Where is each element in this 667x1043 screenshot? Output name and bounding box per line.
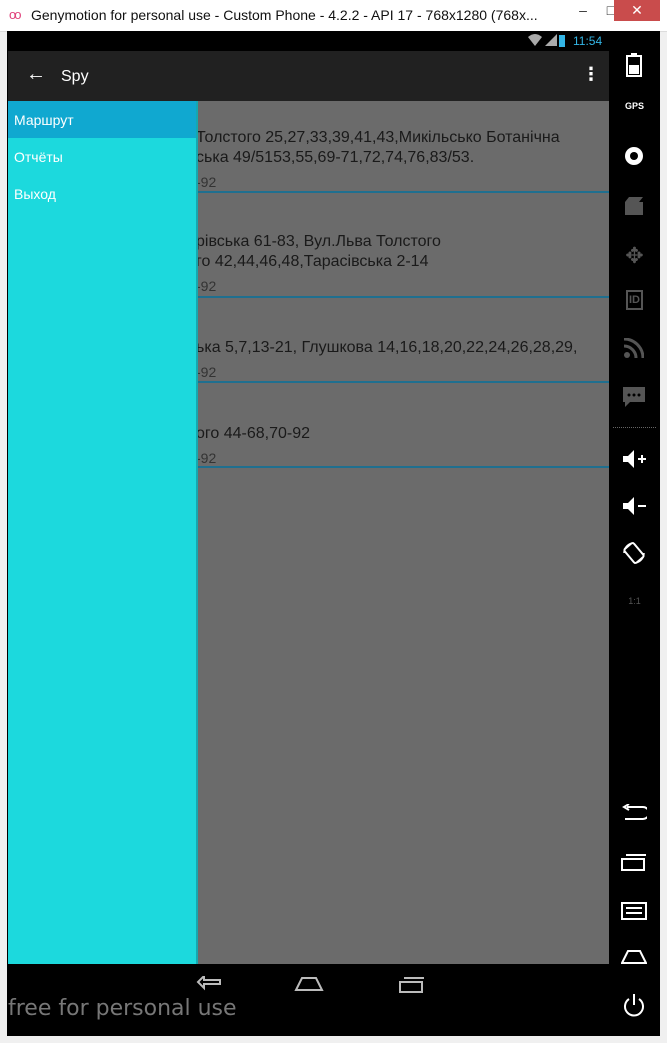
- watermark-text: free for personal use: [8, 996, 237, 1021]
- home-icon[interactable]: [621, 949, 647, 965]
- nav-home-icon[interactable]: [294, 976, 324, 992]
- drawer-item-exit[interactable]: Выход: [8, 175, 196, 212]
- signal-icon: [545, 34, 557, 46]
- drawer-item-label: Маршрут: [14, 112, 74, 128]
- webcam-icon[interactable]: [623, 146, 645, 168]
- toolbar-divider: [613, 427, 656, 428]
- list-item-sub: -92: [196, 364, 217, 380]
- gps-icon[interactable]: GPS: [609, 101, 660, 111]
- list-item-line1: Толстого 25,27,33,39,41,43,Микільсько Бо…: [196, 129, 560, 146]
- device-id-icon[interactable]: ID: [609, 290, 660, 310]
- minimize-button[interactable]: –: [570, 0, 596, 21]
- list-item-line1: ька 5,7,13-21, Глушкова 14,16,18,20,22,2…: [196, 339, 578, 356]
- pixel-perfect-icon[interactable]: 1:1: [609, 596, 660, 606]
- power-icon[interactable]: [622, 993, 646, 1019]
- screencast-icon[interactable]: [624, 196, 644, 216]
- overflow-menu-icon[interactable]: ⋮: [582, 64, 600, 85]
- back-arrow-icon[interactable]: ←: [26, 63, 46, 86]
- device-id-label: ID: [626, 290, 643, 310]
- close-button[interactable]: ✕: [614, 0, 660, 21]
- volume-up-icon[interactable]: [622, 449, 648, 469]
- back-icon[interactable]: [621, 804, 647, 822]
- menu-icon[interactable]: [621, 902, 647, 920]
- nav-recents-icon[interactable]: [396, 976, 426, 994]
- genymotion-logo-icon: oo: [9, 7, 22, 22]
- app-title: Spy: [61, 68, 89, 85]
- volume-down-icon[interactable]: [622, 496, 648, 516]
- phone-screen: 11:54 ← Spy ⋮ Толстого 25,27,33,39,41,43…: [8, 31, 609, 995]
- window-title: Genymotion for personal use - Custom Pho…: [31, 7, 538, 23]
- navigation-drawer: Маршрут Отчёты Выход: [8, 101, 198, 995]
- android-status-bar: 11:54: [8, 31, 609, 51]
- sms-icon[interactable]: [622, 386, 646, 408]
- status-time: 11:54: [573, 34, 603, 48]
- list-item-sub: -92: [196, 174, 217, 190]
- list-item-line2: ська 49/5153,55,69-71,72,74,76,83/53.: [196, 149, 475, 166]
- drawer-item-label: Отчёты: [14, 149, 63, 165]
- nav-back-icon[interactable]: [196, 976, 224, 994]
- list-item-line1: ого 44-68,70-92: [196, 425, 311, 442]
- window-titlebar: oo Genymotion for personal use - Custom …: [0, 0, 667, 32]
- recent-apps-icon[interactable]: [621, 853, 647, 871]
- list-item-sub: -92: [196, 450, 217, 466]
- battery-widget-icon[interactable]: [626, 53, 642, 77]
- emulator-toolbar: GPS ✥ ID 1:1: [609, 31, 660, 1036]
- list-item-line2: го 42,44,46,48,Тарасівська 2-14: [196, 253, 429, 270]
- drawer-item-reports[interactable]: Отчёты: [8, 138, 196, 175]
- list-item-line1: рівська 61-83, Вул.Льва Толстого: [196, 233, 441, 250]
- list-item-sub: -92: [196, 278, 217, 294]
- action-bar: ← Spy ⋮: [8, 51, 609, 101]
- pixel-perfect-label: 1:1: [628, 596, 641, 606]
- rotate-icon[interactable]: [622, 541, 646, 565]
- rss-icon[interactable]: [624, 338, 644, 358]
- battery-icon: [559, 35, 565, 47]
- drawer-item-label: Выход: [14, 186, 56, 202]
- wifi-icon: [528, 34, 542, 46]
- dpad-icon[interactable]: ✥: [609, 243, 660, 269]
- drawer-item-route[interactable]: Маршрут: [8, 101, 196, 138]
